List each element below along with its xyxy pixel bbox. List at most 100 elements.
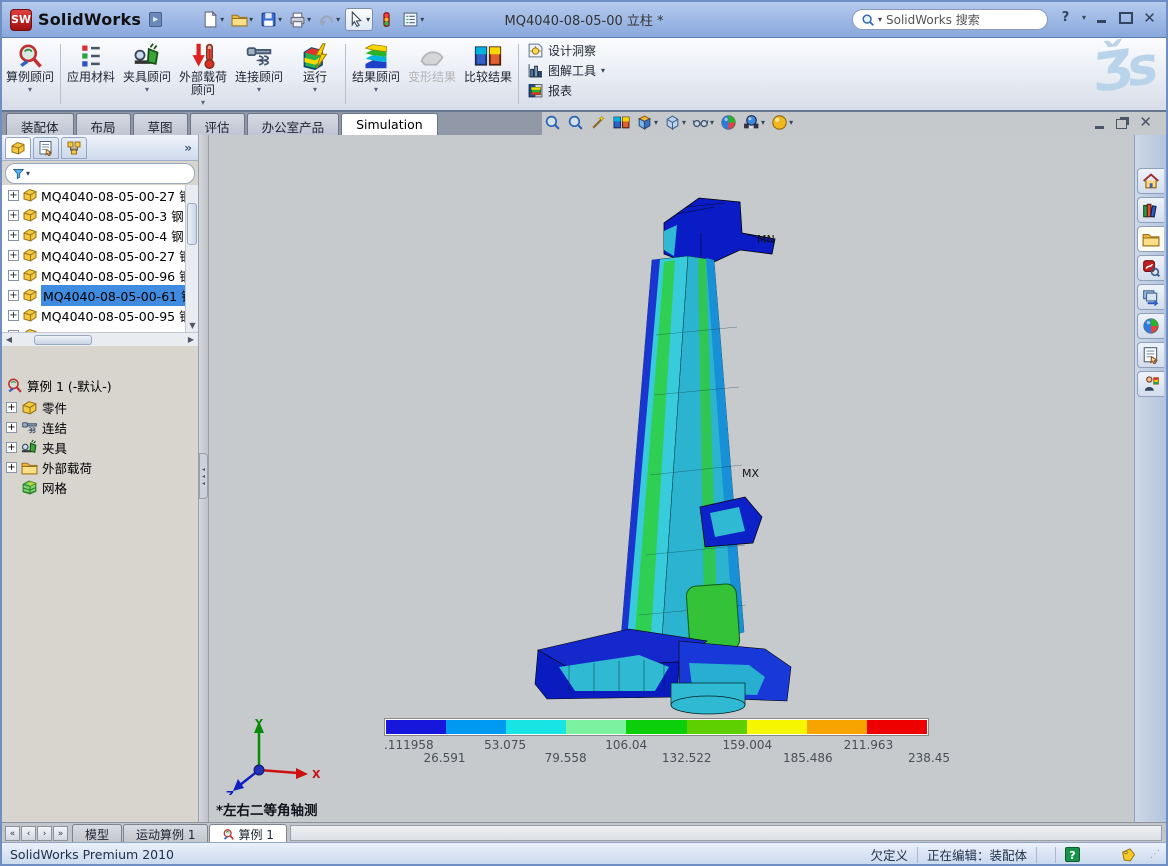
display-style-button[interactable]: ▾ bbox=[664, 114, 686, 131]
chevron-down-icon[interactable]: ▾ bbox=[26, 169, 30, 178]
tab-assembly[interactable]: 装配体 bbox=[6, 113, 74, 135]
tab-office-products[interactable]: 办公室产品 bbox=[247, 113, 340, 135]
minimize-button[interactable] bbox=[1093, 10, 1110, 25]
edit-appearance-button[interactable] bbox=[720, 114, 737, 131]
last-tab-button[interactable]: » bbox=[53, 826, 68, 841]
print-button[interactable]: ▾ bbox=[287, 9, 313, 30]
menu-expand-arrow[interactable]: ▸ bbox=[149, 12, 162, 27]
ribbon-plot-tools[interactable]: 图解工具▾ bbox=[527, 62, 605, 79]
first-tab-button[interactable]: « bbox=[5, 826, 20, 841]
expand-icon[interactable]: + bbox=[8, 190, 19, 201]
help-button[interactable]: ? bbox=[1057, 10, 1074, 25]
study-root[interactable]: 算例 1 (-默认-) bbox=[6, 375, 196, 395]
taskpane-custom-properties-tab[interactable] bbox=[1137, 342, 1164, 368]
ribbon-compare-results[interactable]: 比较结果 bbox=[460, 38, 516, 110]
tab-motion-study[interactable]: 运动算例 1 bbox=[123, 824, 208, 842]
expand-icon[interactable]: + bbox=[8, 210, 19, 221]
close-button[interactable]: ✕ bbox=[1141, 10, 1158, 25]
view-orientation-button[interactable]: ▾ bbox=[636, 114, 658, 131]
hide-show-items-button[interactable]: ▾ bbox=[692, 114, 714, 131]
tree-row[interactable]: +MQ4040-08-05-00-96 钢 bbox=[2, 265, 198, 285]
chevron-down-icon[interactable]: ▾ bbox=[313, 85, 317, 94]
chevron-down-icon[interactable]: ▾ bbox=[28, 85, 32, 94]
chevron-down-icon[interactable]: ▾ bbox=[374, 85, 378, 94]
options-button[interactable]: ▾ bbox=[400, 9, 426, 30]
tree-row[interactable]: +MQ4040-08-05-00-95 钢 bbox=[2, 305, 198, 325]
taskpane-design-library-tab[interactable] bbox=[1137, 197, 1164, 223]
tab-model[interactable]: 模型 bbox=[72, 824, 122, 842]
scrollbar-thumb[interactable] bbox=[187, 203, 197, 245]
panel-collapse-handle[interactable]: ◂◂◂ bbox=[199, 453, 208, 499]
tag-icon[interactable] bbox=[1120, 847, 1136, 863]
open-button[interactable]: ▾ bbox=[229, 9, 255, 30]
taskpane-search-tab[interactable] bbox=[1137, 255, 1164, 281]
expand-icon[interactable]: + bbox=[6, 442, 17, 453]
expand-icon[interactable]: + bbox=[8, 290, 19, 301]
taskpane-home-tab[interactable] bbox=[1137, 168, 1164, 194]
tab-study-1[interactable]: 算例 1 bbox=[209, 824, 286, 842]
select-tool-button[interactable]: ▾ bbox=[345, 8, 373, 31]
ribbon-run[interactable]: 运行▾ bbox=[287, 38, 343, 110]
ribbon-study-advisor[interactable]: 算例顾问▾ bbox=[2, 38, 58, 110]
ribbon-connections-advisor[interactable]: 连接顾问▾ bbox=[231, 38, 287, 110]
expand-icon[interactable]: + bbox=[6, 422, 17, 433]
taskpane-file-explorer-tab[interactable] bbox=[1137, 226, 1164, 252]
section-view-button[interactable] bbox=[613, 114, 630, 131]
prev-tab-button[interactable]: ‹ bbox=[21, 826, 36, 841]
ribbon-apply-material[interactable]: 应用材料 bbox=[63, 38, 119, 110]
study-item-connections[interactable]: +连结 bbox=[6, 417, 196, 437]
quick-tips-icon[interactable]: ? bbox=[1065, 847, 1080, 862]
tab-layout[interactable]: 布局 bbox=[76, 113, 131, 135]
tree-row[interactable]: +MQ4040-08-05-00-4 钢 bbox=[2, 225, 198, 245]
scroll-down-arrow[interactable]: ▼ bbox=[186, 319, 199, 332]
expand-icon[interactable]: + bbox=[8, 310, 19, 321]
tree-row-selected[interactable]: +MQ4040-08-05-00-61 钢 bbox=[2, 285, 198, 305]
scrollbar-thumb[interactable] bbox=[34, 335, 92, 345]
expand-icon[interactable]: + bbox=[8, 250, 19, 261]
taskpane-forum-tab[interactable] bbox=[1137, 371, 1164, 397]
taskpane-appearances-tab[interactable] bbox=[1137, 313, 1164, 339]
ribbon-design-insight[interactable]: 设计洞察 bbox=[527, 42, 605, 59]
doc-minimize-button[interactable] bbox=[1095, 115, 1104, 129]
tab-sketch[interactable]: 草图 bbox=[133, 113, 188, 135]
tab-simulation[interactable]: Simulation bbox=[341, 113, 438, 135]
chevron-down-icon[interactable]: ▾ bbox=[201, 98, 205, 107]
tree-horizontal-scrollbar[interactable]: ◀ ▶ bbox=[2, 332, 198, 346]
study-item-mesh[interactable]: 网格 bbox=[6, 477, 196, 497]
apply-scene-button[interactable]: ▾ bbox=[743, 114, 765, 131]
tab-evaluate[interactable]: 评估 bbox=[190, 113, 245, 135]
interference-detection-button[interactable] bbox=[376, 9, 397, 30]
zoom-to-fit-button[interactable] bbox=[544, 114, 561, 131]
maximize-button[interactable] bbox=[1117, 10, 1134, 25]
search-input[interactable]: ▾ SolidWorks 搜索 bbox=[852, 9, 1048, 30]
expand-icon[interactable]: + bbox=[6, 462, 17, 473]
study-item-external-loads[interactable]: +外部载荷 bbox=[6, 457, 196, 477]
configuration-manager-tab[interactable] bbox=[61, 137, 87, 159]
graphics-viewport[interactable]: MN MX .111958 26.591 bbox=[209, 135, 1138, 822]
expand-icon[interactable]: + bbox=[8, 230, 19, 241]
expand-icon[interactable]: + bbox=[6, 402, 17, 413]
doc-restore-button[interactable] bbox=[1116, 115, 1127, 129]
study-item-parts[interactable]: +零件 bbox=[6, 397, 196, 417]
new-document-button[interactable]: ▾ bbox=[200, 9, 226, 30]
scroll-right-arrow[interactable]: ▶ bbox=[184, 335, 198, 344]
ribbon-external-loads-advisor[interactable]: 外部载荷顾问▾ bbox=[175, 38, 231, 110]
save-button[interactable]: ▾ bbox=[258, 9, 284, 30]
chevron-down-icon[interactable]: ▾ bbox=[601, 66, 605, 75]
ribbon-results-advisor[interactable]: 结果顾问▾ bbox=[348, 38, 404, 110]
next-tab-button[interactable]: › bbox=[37, 826, 52, 841]
panel-overflow-chevron[interactable]: » bbox=[184, 141, 192, 155]
tree-vertical-scrollbar[interactable]: ▼ bbox=[185, 185, 198, 332]
resize-grip[interactable]: ⋰ bbox=[1150, 849, 1162, 861]
panel-splitter[interactable]: ◂◂◂ bbox=[199, 135, 209, 822]
study-item-fixtures[interactable]: +夹具 bbox=[6, 437, 196, 457]
tree-row-clipped[interactable]: + bbox=[2, 325, 198, 332]
zoom-to-area-button[interactable] bbox=[567, 114, 584, 131]
expand-icon[interactable]: + bbox=[8, 270, 19, 281]
feature-manager-tab[interactable] bbox=[5, 137, 31, 159]
doc-close-button[interactable]: ✕ bbox=[1139, 115, 1152, 129]
ribbon-report[interactable]: 报表 bbox=[527, 82, 605, 99]
tree-row[interactable]: +MQ4040-08-05-00-27 钢 bbox=[2, 185, 198, 205]
undo-button[interactable]: ▾ bbox=[316, 9, 342, 30]
taskpane-view-palette-tab[interactable] bbox=[1137, 284, 1164, 310]
